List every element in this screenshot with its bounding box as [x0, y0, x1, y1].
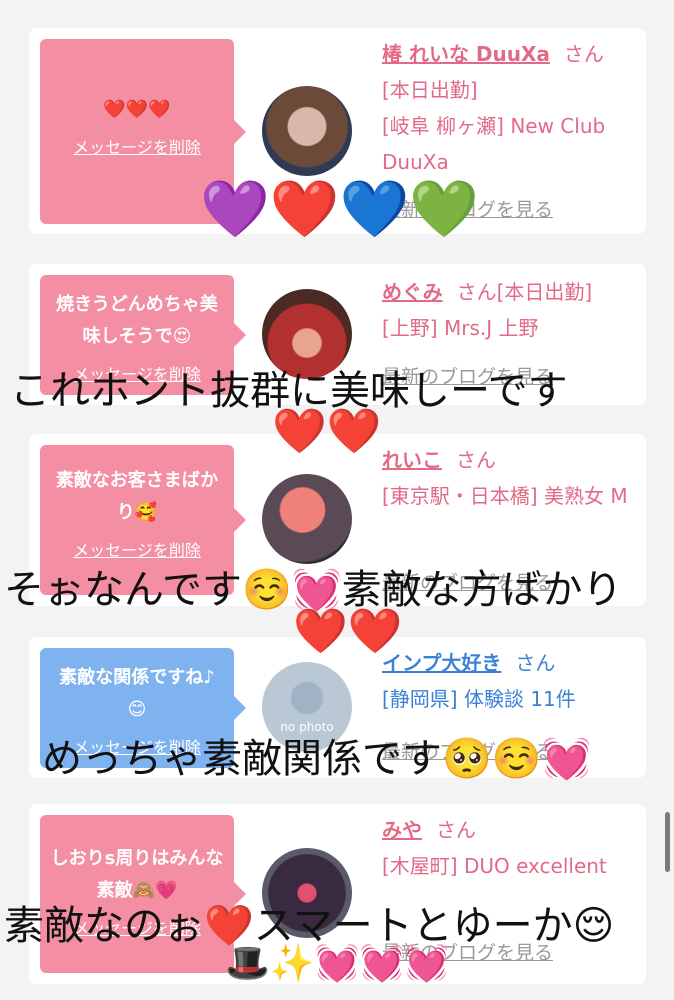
girl-info: インプ大好き さん [静岡県] 体験談 11件	[382, 645, 632, 717]
shop-info: [木屋町] DUO excellent	[382, 854, 607, 878]
shop-info: [静岡県] 体験談 11件	[382, 687, 576, 711]
work-status: [本日出勤]	[496, 280, 593, 304]
girl-name-link[interactable]: れいこ	[382, 448, 442, 472]
delete-message-link[interactable]: メッセージを削除	[50, 134, 224, 158]
honorific: さん	[456, 448, 496, 472]
honorific: さん	[456, 280, 497, 304]
heart-emoji-row: ❤️❤️	[272, 410, 382, 454]
heart-emoji-row: 💜❤️💙💚	[200, 182, 479, 238]
girl-info: めぐみ さん[本日出勤] [上野] Mrs.J 上野	[382, 274, 642, 346]
overlay-comment: めっちゃ素敵関係です🥺☺️💓	[42, 736, 592, 782]
avatar[interactable]	[262, 86, 352, 176]
girl-info: 椿 れいな DuuXa さん [本日出勤] [岐阜 柳ヶ瀬] New Club D…	[382, 36, 632, 180]
emoji-row: 🎩✨💓💓💓	[225, 946, 449, 982]
heart-emoji-row-text: ❤️❤️	[272, 406, 382, 457]
emoji-row-text: 🎩✨💓💓💓	[225, 943, 450, 984]
shop-info: [上野] Mrs.J 上野	[382, 316, 539, 340]
message-text: 素敵なお客さまばかり🥰	[55, 470, 219, 523]
honorific: さん	[436, 818, 476, 842]
heart-emoji-row: ❤️❤️	[293, 610, 403, 654]
message-text: ❤️❤️❤️	[103, 99, 171, 120]
shop-info: [岐阜 柳ヶ瀬] New Club DuuXa	[382, 114, 606, 174]
honorific: さん	[515, 651, 556, 675]
message-text: 素敵な関係ですね♪😊	[59, 667, 215, 720]
girl-info: みや さん [木屋町] DUO excellent	[382, 812, 632, 884]
heart-emoji-row-text: 💜❤️💙💚	[200, 177, 479, 242]
honorific: さん	[563, 42, 604, 66]
heart-emoji-row-text: ❤️❤️	[293, 606, 403, 657]
avatar[interactable]	[262, 474, 352, 564]
message-text: 焼きうどんめちゃ美味しそうで😍	[56, 294, 218, 347]
shop-info: [東京駅・日本橋] 美熟女 M	[382, 484, 628, 508]
girl-info: れいこ さん [東京駅・日本橋] 美熟女 M	[382, 442, 632, 514]
scrollbar[interactable]	[665, 812, 670, 872]
work-status: [本日出勤]	[382, 78, 478, 102]
girl-name-link[interactable]: 椿 れいな DuuXa	[382, 42, 550, 66]
girl-name-link[interactable]: めぐみ	[382, 280, 443, 304]
girl-name-link[interactable]: みや	[382, 818, 422, 842]
